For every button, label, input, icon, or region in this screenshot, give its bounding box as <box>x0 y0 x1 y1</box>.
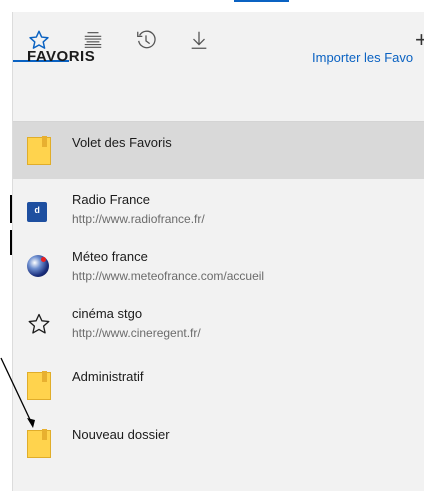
download-icon <box>191 31 207 49</box>
favorites-panel: + FAVORIS Importer les Favo Volet des Fa… <box>12 12 424 491</box>
item-name: cinéma stgo <box>72 306 143 321</box>
list-item[interactable]: Volet des Favoris <box>13 122 424 179</box>
import-favorites-link[interactable]: Importer les Favo <box>312 50 413 65</box>
item-name: Administratif <box>72 369 144 384</box>
item-name: Radio France <box>72 192 151 207</box>
radio-france-icon: ᵈ <box>27 202 47 222</box>
item-url: http://www.cineregent.fr/ <box>72 326 201 340</box>
tab-history[interactable] <box>132 26 160 54</box>
folder-icon <box>27 371 51 400</box>
item-url: http://www.radiofrance.fr/ <box>72 212 205 226</box>
list-item[interactable]: Administratif <box>13 358 424 414</box>
page-title: FAVORIS <box>27 48 96 65</box>
meteo-france-icon <box>27 255 49 277</box>
list-item[interactable]: Méteo france http://www.meteofrance.com/… <box>13 242 424 298</box>
item-name: Volet des Favoris <box>72 135 172 150</box>
item-name: Nouveau dossier <box>72 427 170 442</box>
folder-icon <box>27 136 51 165</box>
history-icon <box>137 30 156 49</box>
star-outline-icon <box>27 312 51 341</box>
folder-icon <box>27 429 51 458</box>
tab-downloads[interactable] <box>185 26 213 54</box>
item-url: http://www.meteofrance.com/accueil <box>72 269 265 283</box>
item-name: Méteo france <box>72 249 148 264</box>
top-accent-line <box>234 0 289 2</box>
list-item[interactable]: cinéma stgo http://www.cineregent.fr/ <box>13 300 424 356</box>
list-item[interactable]: ᵈ Radio France http://www.radiofrance.fr… <box>13 184 424 240</box>
add-favorite-button[interactable]: + <box>415 26 424 54</box>
list-item[interactable]: Nouveau dossier <box>13 416 424 472</box>
